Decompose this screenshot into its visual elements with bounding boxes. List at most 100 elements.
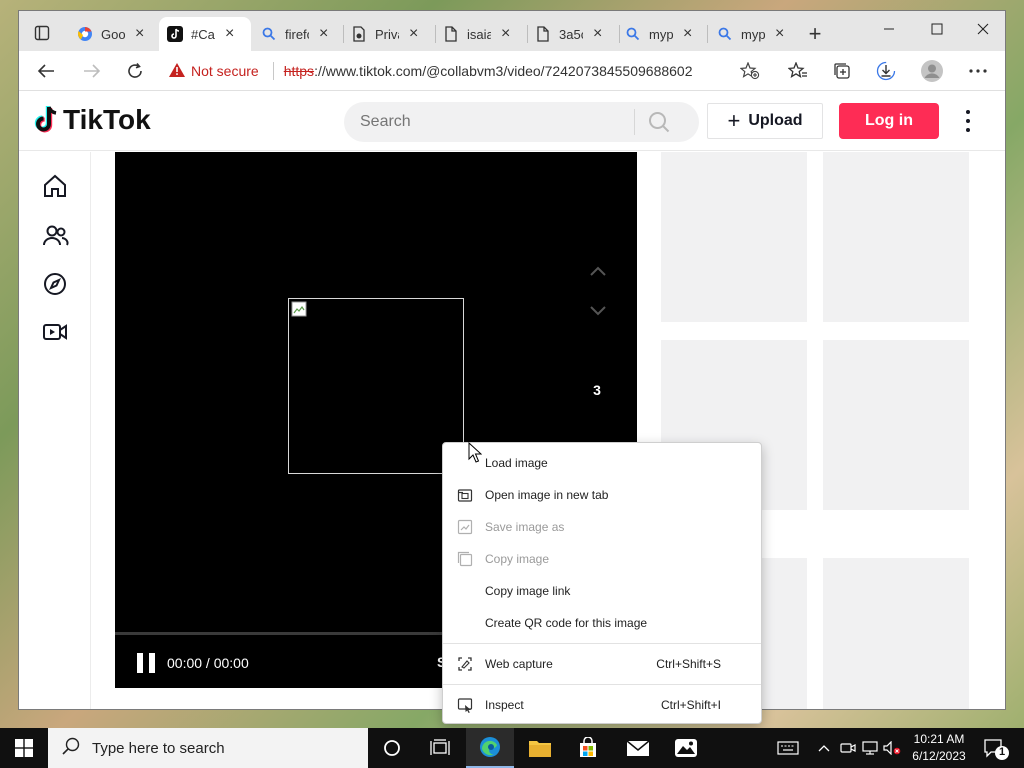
- url-text: ://www.tiktok.com/@collabvm3/video/72420…: [314, 63, 693, 79]
- network-icon[interactable]: [860, 739, 880, 757]
- tab-myp-1[interactable]: myp ×: [617, 17, 709, 51]
- menu-item-load-image[interactable]: Load image: [443, 448, 761, 478]
- search-input[interactable]: [344, 102, 634, 142]
- search-icon: [625, 26, 641, 42]
- notification-count: 1: [998, 746, 1006, 758]
- new-tab-icon: [457, 489, 473, 502]
- tab-isaia[interactable]: isaia ×: [435, 17, 527, 51]
- tab-title: 3a5c: [559, 26, 583, 42]
- url-scheme: https: [283, 63, 315, 79]
- menu-item-copy-image[interactable]: Copy image: [443, 544, 761, 574]
- broken-image[interactable]: [288, 298, 464, 474]
- add-favorite-icon[interactable]: [735, 57, 765, 85]
- collections-icon[interactable]: [827, 57, 857, 85]
- login-button[interactable]: Log in: [839, 103, 939, 139]
- system-clock[interactable]: 10:21 AM 6/12/2023: [906, 731, 972, 765]
- task-view-icon[interactable]: [416, 728, 464, 768]
- photos-app-icon[interactable]: [662, 728, 710, 768]
- live-icon[interactable]: [41, 318, 69, 346]
- document-icon: [443, 26, 459, 42]
- volume-muted-icon[interactable]: [882, 739, 902, 757]
- context-menu: Load image Open image in new tab Save im…: [442, 442, 762, 724]
- tab-firefox[interactable]: firefo ×: [253, 17, 343, 51]
- chevron-up-icon[interactable]: [587, 264, 609, 278]
- file-explorer-icon[interactable]: [516, 728, 564, 768]
- close-tab-icon[interactable]: ×: [225, 25, 234, 43]
- mail-icon[interactable]: [614, 728, 662, 768]
- menu-item-web-capture[interactable]: Web capture Ctrl+Shift+S: [443, 649, 761, 679]
- menu-item-open-image-new-tab[interactable]: Open image in new tab: [443, 480, 761, 510]
- windows-start-icon[interactable]: [0, 728, 48, 768]
- edge-browser-icon[interactable]: [466, 728, 514, 768]
- home-icon[interactable]: [41, 172, 69, 200]
- taskbar-search-placeholder: Type here to search: [92, 739, 225, 757]
- tiktok-wordmark: TikTok: [63, 104, 151, 135]
- save-image-icon: [457, 519, 473, 535]
- close-tab-icon[interactable]: ×: [319, 25, 328, 43]
- microsoft-store-icon[interactable]: [564, 728, 612, 768]
- tab-google[interactable]: Goo ×: [69, 17, 159, 51]
- chevron-down-icon[interactable]: [587, 304, 609, 318]
- following-icon[interactable]: [41, 222, 69, 250]
- meet-now-icon[interactable]: [838, 739, 858, 757]
- notification-center-icon[interactable]: 1: [982, 736, 1010, 762]
- search-icon: [717, 26, 733, 42]
- tab-3a5c[interactable]: 3a5c ×: [527, 17, 619, 51]
- tiktok-logo[interactable]: TikTok: [33, 104, 151, 136]
- menu-item-copy-image-link[interactable]: Copy image link: [443, 576, 761, 606]
- tab-divider: [707, 25, 708, 43]
- tab-title: Priva: [375, 26, 399, 42]
- menu-item-label: Web capture: [485, 657, 553, 671]
- close-tab-icon[interactable]: ×: [593, 25, 602, 43]
- tab-private[interactable]: Priva ×: [343, 17, 435, 51]
- keyboard-icon[interactable]: [776, 739, 800, 757]
- video-thumbnail[interactable]: [823, 152, 969, 322]
- close-tab-icon[interactable]: ×: [775, 25, 784, 43]
- more-menu-icon[interactable]: [959, 108, 977, 134]
- tab-myp-2[interactable]: myp ×: [709, 17, 799, 51]
- tab-actions-icon[interactable]: [25, 21, 59, 45]
- video-thumbnail[interactable]: [823, 558, 969, 709]
- close-tab-icon[interactable]: ×: [409, 25, 418, 43]
- menu-item-save-image-as[interactable]: Save image as: [443, 512, 761, 542]
- pause-icon[interactable]: [137, 653, 155, 673]
- favorites-icon[interactable]: [783, 57, 813, 85]
- downloads-icon[interactable]: [871, 57, 901, 85]
- minimize-icon[interactable]: [869, 15, 909, 43]
- mouse-cursor-icon: [468, 442, 482, 463]
- menu-item-label: Open image in new tab: [485, 488, 609, 502]
- cortana-icon[interactable]: [368, 728, 416, 768]
- menu-item-inspect[interactable]: Inspect Ctrl+Shift+I: [443, 690, 761, 720]
- windows-taskbar: Type here to search 10:21 AM 6/12/2023 1: [0, 728, 1024, 768]
- inspect-icon: [457, 698, 473, 713]
- upload-button[interactable]: + Upload: [707, 103, 823, 139]
- back-icon[interactable]: [31, 57, 61, 85]
- close-tab-icon[interactable]: ×: [683, 25, 692, 43]
- taskbar-search-box[interactable]: Type here to search: [48, 728, 368, 768]
- search-icon: [62, 737, 80, 759]
- menu-item-shortcut: Ctrl+Shift+S: [656, 657, 721, 671]
- search-icon[interactable]: [635, 111, 683, 133]
- forward-icon[interactable]: [77, 57, 107, 85]
- video-thumbnail[interactable]: [823, 340, 969, 510]
- new-tab-button[interactable]: +: [803, 23, 827, 47]
- clock-date: 6/12/2023: [912, 749, 966, 763]
- menu-item-label: Copy image link: [485, 584, 571, 598]
- maximize-icon[interactable]: [917, 15, 957, 43]
- menu-item-label: Save image as: [485, 520, 565, 534]
- profile-avatar-icon[interactable]: [917, 57, 947, 85]
- address-bar[interactable]: Not secure https ://www.tiktok.com/@coll…: [169, 59, 749, 83]
- close-tab-icon[interactable]: ×: [135, 25, 144, 43]
- close-window-icon[interactable]: [963, 15, 1003, 43]
- menu-item-create-qr-code[interactable]: Create QR code for this image: [443, 608, 761, 638]
- more-options-icon[interactable]: [963, 57, 993, 85]
- address-divider: [272, 62, 274, 80]
- upload-label: Upload: [748, 112, 803, 129]
- close-tab-icon[interactable]: ×: [501, 25, 510, 43]
- tab-tiktok[interactable]: #Cap ×: [159, 17, 251, 51]
- chevron-up-icon[interactable]: [814, 739, 834, 757]
- explore-icon[interactable]: [41, 270, 69, 298]
- video-thumbnail[interactable]: [661, 152, 807, 322]
- refresh-icon[interactable]: [120, 57, 150, 85]
- not-secure-label[interactable]: Not secure: [191, 63, 259, 79]
